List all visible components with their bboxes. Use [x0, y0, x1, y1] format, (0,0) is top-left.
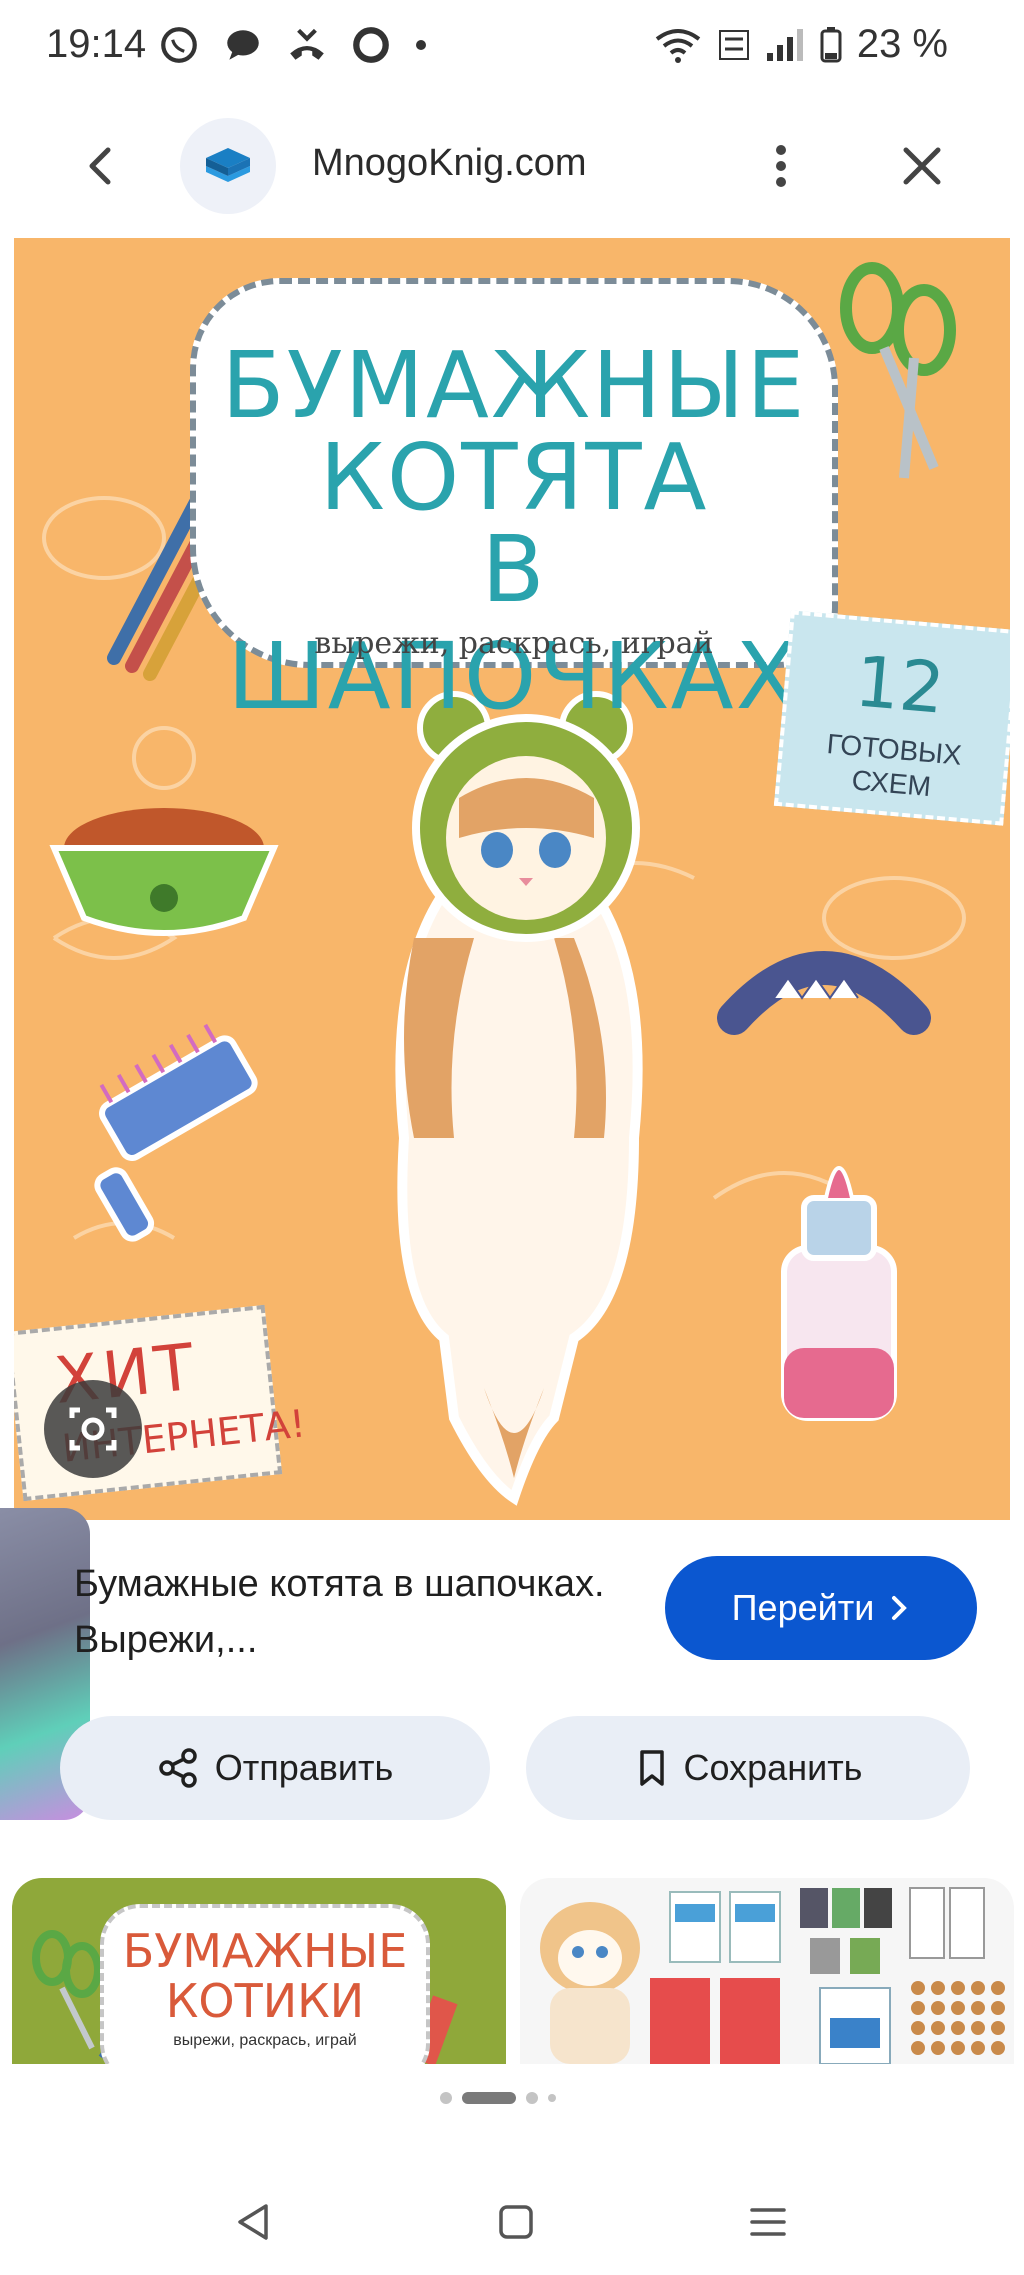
cover-title-line1: БУМАЖНЫЕ — [221, 332, 807, 439]
share-button[interactable]: Отправить — [60, 1716, 490, 1820]
related-image-2-art — [540, 1887, 1005, 2064]
visit-button-label: Перейти — [731, 1587, 875, 1628]
system-back-icon[interactable] — [232, 2200, 276, 2244]
cover-title-badge: БУМАЖНЫЕ КОТЯТА В ШАПОЧКАХ вырежи, раскр… — [190, 278, 838, 730]
share-icon — [158, 1748, 197, 1788]
missed-call-icon — [290, 28, 324, 60]
status-bar: 19:14 23 % — [0, 0, 1024, 92]
volte-icon — [718, 29, 749, 60]
wifi-icon — [655, 28, 701, 63]
visit-button[interactable]: Перейти — [665, 1556, 977, 1660]
pager-dot — [526, 2092, 538, 2104]
related-1-title-card: БУМАЖНЫЕ КОТИКИ вырежи, раскрась, играй — [100, 1904, 430, 2064]
cover-subtitle: вырежи, раскрась, играй — [314, 626, 714, 661]
status-right: 23 % — [653, 22, 948, 67]
battery-icon — [820, 26, 842, 62]
count-badge: 12 ГОТОВЫХ СХЕМ — [773, 610, 1010, 826]
camera-lens-icon — [69, 1407, 117, 1451]
system-recents-icon[interactable] — [746, 2200, 790, 2244]
system-home-icon[interactable] — [494, 2200, 538, 2244]
result-title[interactable]: Бумажные котята в шапочках. Вырежи,... — [74, 1556, 634, 1668]
cover-title-line3: В ШАПОЧКАХ — [227, 516, 801, 730]
chat-bubble-icon — [227, 30, 259, 60]
lens-search-button[interactable] — [44, 1380, 142, 1478]
browser-top-bar: MnogoKnig.com — [0, 100, 1024, 230]
related-image-1[interactable]: БУМАЖНЫЕ КОТИКИ вырежи, раскрась, играй — [12, 1878, 506, 2064]
cover-title-line2: КОТЯТА — [319, 424, 709, 531]
battery-percent: 23 % — [856, 22, 948, 66]
related-1-title-line1: БУМАЖНЫЕ — [122, 1924, 408, 1978]
back-arrow-icon[interactable] — [72, 136, 132, 196]
save-button[interactable]: Сохранить — [526, 1716, 970, 1820]
more-vert-icon[interactable] — [766, 136, 796, 196]
dot-icon — [416, 40, 426, 50]
related-1-subtitle: вырежи, раскрась, играй — [173, 2032, 357, 2049]
related-image-2[interactable] — [520, 1878, 1014, 2064]
pager-dot — [440, 2092, 452, 2104]
pager-dot-active — [462, 2092, 516, 2104]
system-navigation-bar — [0, 2160, 1024, 2275]
save-label: Сохранить — [683, 1747, 863, 1788]
signal-icon — [766, 28, 803, 61]
count-number: 12 — [851, 640, 948, 730]
close-icon[interactable] — [892, 136, 952, 196]
chevron-right-icon — [892, 1596, 908, 1620]
bookmark-icon — [639, 1750, 664, 1786]
notification-icons — [158, 24, 428, 66]
site-logo-icon — [180, 118, 276, 214]
book-cover-image[interactable]: БУМАЖНЫЕ КОТЯТА В ШАПОЧКАХ вырежи, раскр… — [14, 238, 1010, 1520]
share-label: Отправить — [214, 1747, 394, 1788]
pager-dot — [548, 2094, 556, 2102]
carousel-pager — [440, 2092, 556, 2104]
related-1-title-line2: КОТИКИ — [165, 1974, 365, 2028]
whatsapp-icon — [161, 27, 197, 63]
messenger-icon — [353, 27, 389, 63]
status-time: 19:14 — [46, 22, 147, 66]
site-name[interactable]: MnogoKnig.com — [312, 142, 587, 185]
